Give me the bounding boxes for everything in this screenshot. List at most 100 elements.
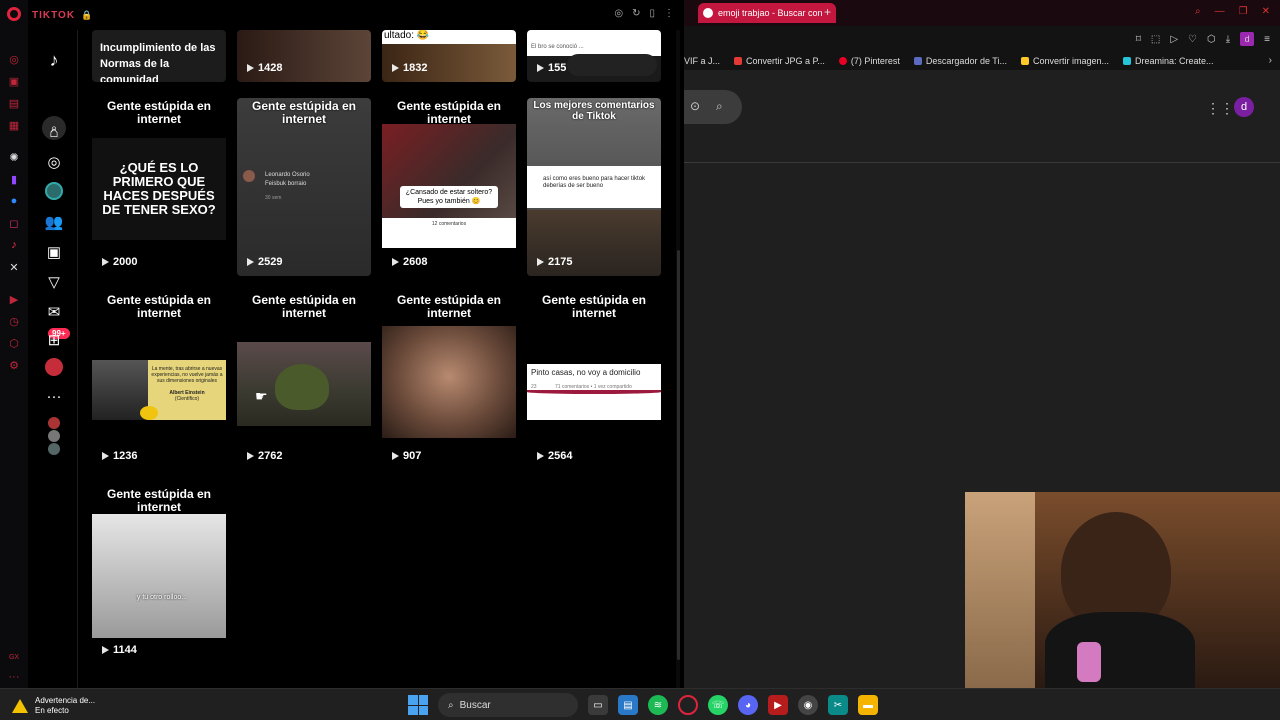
video-card-partial-1[interactable]: 1428 [237, 30, 371, 82]
messenger-icon[interactable]: ● [7, 194, 21, 208]
twitch-icon[interactable]: ▮ [7, 172, 21, 186]
play-icon [247, 64, 254, 72]
messages-icon[interactable]: ✉ [44, 302, 64, 322]
play-icon [537, 258, 544, 266]
task-view-icon[interactable]: ▭ [588, 695, 608, 715]
play-icon [247, 258, 254, 266]
sound-icon[interactable]: ◎ [614, 8, 623, 19]
video-thumbnail: ¿QUÉ ES LO PRIMERO QUE HACES DESPUÉS DE … [92, 138, 226, 240]
play-icon[interactable]: ▷ [1170, 34, 1178, 45]
video-card[interactable]: Gente estúpida en internet 907 [382, 292, 516, 470]
profile-avatar[interactable] [45, 358, 63, 376]
live-icon[interactable]: ▣ [44, 242, 64, 262]
video-card[interactable]: Gente estúpida en internet La mente, tra… [92, 292, 226, 470]
more-icon[interactable]: ··· [44, 386, 64, 406]
taskbar-apps: ⌕ Buscar ▭ ▤ ≋ ☏ ◕ ▶ ◉ ✂ ▬ [408, 693, 878, 717]
bookmark-icon[interactable]: ⌑ [1136, 34, 1141, 45]
minimize-icon[interactable]: — [1215, 6, 1225, 17]
bookmark-item[interactable]: VIF a J... [684, 56, 720, 66]
search-icon[interactable]: ⌕ [716, 99, 723, 114]
upload-icon[interactable]: ⊞ [44, 330, 64, 350]
opera-logo[interactable] [7, 7, 21, 21]
history-icon[interactable]: ◷ [7, 314, 21, 328]
x-icon[interactable]: ✕ [7, 260, 21, 274]
explore-icon[interactable]: ◎ [44, 152, 64, 172]
opera-icon[interactable] [678, 695, 698, 715]
crypto-wallet-icon[interactable]: ▣ [7, 74, 21, 88]
account-avatar[interactable]: d [1234, 97, 1254, 117]
snapshot-icon[interactable]: ⬚ [1151, 34, 1160, 45]
extensions-icon[interactable]: ⬡ [1207, 34, 1216, 45]
google-icon [703, 8, 713, 18]
pin-icon[interactable]: ▯ [649, 8, 655, 19]
account-avatar-2[interactable] [48, 430, 60, 442]
account-avatar-3[interactable] [48, 443, 60, 455]
play-icon [247, 452, 254, 460]
download-icon[interactable]: ⤓ [1226, 34, 1230, 45]
heart-icon[interactable]: ♡ [1188, 34, 1197, 45]
chatgpt-icon[interactable]: ✺ [7, 150, 21, 164]
friends-icon[interactable]: 👥 [44, 212, 64, 232]
tiktok-sidebar-icon[interactable]: ♪ [7, 238, 21, 252]
file-explorer-icon[interactable]: ▬ [858, 695, 878, 715]
taskbar-search[interactable]: ⌕ Buscar [438, 693, 578, 717]
search-box[interactable]: ⊙ ⌕ [684, 90, 742, 124]
extensions-icon[interactable]: ⬡ [7, 336, 21, 350]
video-card[interactable]: Gente estúpida en internet Pinto casas, … [527, 292, 661, 470]
aria-icon[interactable]: ◎ [7, 52, 21, 66]
tiktok-logo-icon[interactable]: ♪ [44, 50, 64, 70]
spotify-icon[interactable]: ≋ [648, 695, 668, 715]
bookmark-item[interactable]: Convertir imagen... [1020, 56, 1109, 66]
whatsapp-icon[interactable]: ☏ [708, 695, 728, 715]
mail-icon[interactable]: ▤ [7, 96, 21, 110]
gx-icon[interactable]: GX [7, 650, 21, 664]
settings-icon[interactable]: ⚙ [7, 358, 21, 372]
screen: ◎ ▣ ▤ ▦ ✺ ▮ ● ◻ ♪ ✕ ▶ ◷ ⬡ ⚙ GX ··· TIKTO… [0, 0, 1280, 720]
mini-player-controls[interactable] [567, 54, 657, 76]
video-card[interactable]: Gente estúpida en internet ¿Cansado de e… [382, 98, 516, 276]
warning-widget[interactable]: Advertencia de... En efecto [12, 696, 95, 716]
bookmarks-more-icon[interactable]: › [1269, 55, 1272, 66]
video-card-partial-3[interactable]: El bro se conoció ... 155 [527, 30, 661, 82]
video-editor-icon[interactable]: ▶ [768, 695, 788, 715]
new-tab-button[interactable]: + [824, 5, 831, 19]
account-avatar-1[interactable] [48, 417, 60, 429]
notepad-icon[interactable]: ▤ [618, 695, 638, 715]
video-card-partial-2[interactable]: ultado: 😂 1832 [382, 30, 516, 82]
search-tabs-icon[interactable]: ⌕ [1195, 6, 1201, 17]
home-icon[interactable]: ⌂ [44, 122, 64, 142]
following-avatar[interactable] [45, 182, 63, 200]
video-card[interactable]: Gente estúpida en internet Leonardo Osor… [237, 98, 371, 276]
tiktok-nav-rail: ♪ ⌕ ⌂ ◎ 👥 ▣ ▽ ✉ 99+ ⊞ ··· [30, 30, 78, 688]
more-dots-icon[interactable]: ··· [7, 670, 21, 684]
windows-start-icon[interactable] [408, 695, 428, 715]
video-card[interactable]: Gente estúpida en internet y tu otro rol… [92, 486, 226, 664]
bookmark-item[interactable]: Dreamina: Create... [1123, 56, 1214, 66]
bookmark-item[interactable]: (7) Pinterest [838, 56, 900, 66]
tab-active[interactable]: emoji trabjao - Buscar con [698, 3, 836, 23]
video-card[interactable]: Gente estúpida en internet ¿QUÉ ES LO PR… [92, 98, 226, 276]
lock-icon[interactable]: 🔒 [81, 10, 92, 21]
instagram-icon[interactable]: ◻ [7, 216, 21, 230]
video-card-partial-0[interactable]: Incumplimiento de las Normas de la comun… [92, 30, 226, 82]
video-card[interactable]: Gente estúpida en internet ☛ 2762 [237, 292, 371, 470]
reload-icon[interactable]: ↻ [632, 8, 640, 19]
lens-icon[interactable]: ⊙ [690, 99, 700, 113]
bookmark-item[interactable]: Convertir JPG a P... [734, 56, 825, 66]
news-icon[interactable]: ▦ [7, 118, 21, 132]
discord-icon[interactable]: ◕ [738, 695, 758, 715]
inbox-filter-icon[interactable]: ▽ [44, 272, 64, 292]
obs-icon[interactable]: ◉ [798, 695, 818, 715]
bookmark-item[interactable]: Descargador de Ti... [913, 56, 1007, 66]
close-icon[interactable]: ✕ [1262, 6, 1270, 17]
maximize-icon[interactable]: ❐ [1239, 6, 1248, 17]
scrollbar-thumb[interactable] [677, 250, 680, 660]
menu-icon[interactable]: ⋮ [664, 8, 674, 19]
view-count: 155 [537, 62, 566, 74]
player-icon[interactable]: ▶ [7, 292, 21, 306]
video-card[interactable]: Los mejores comentarios de Tiktok así co… [527, 98, 661, 276]
profile-button[interactable]: d [1240, 32, 1255, 46]
tab-title: emoji trabjao - Buscar con [718, 8, 823, 18]
menu-icon[interactable]: ≡ [1264, 34, 1270, 45]
capcut-icon[interactable]: ✂ [828, 695, 848, 715]
